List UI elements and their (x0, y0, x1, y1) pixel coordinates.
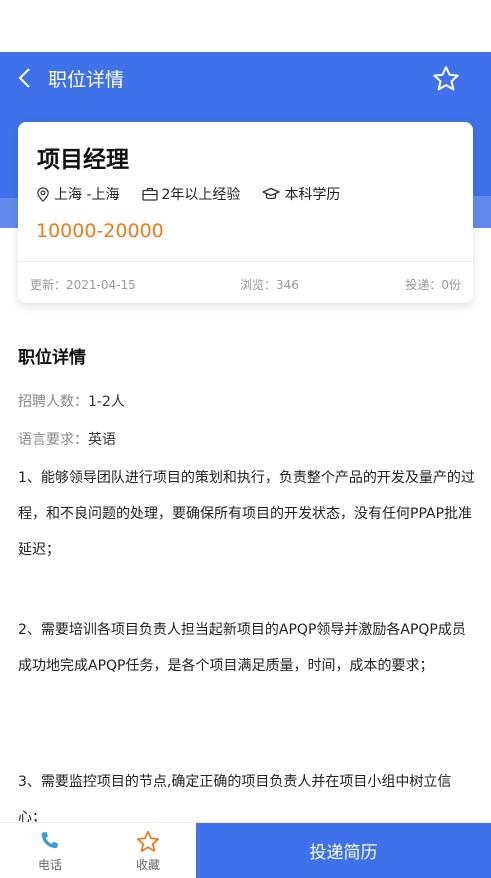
section-title: 职位详情 (18, 348, 86, 368)
experience-text: 2年以上经验 (161, 187, 241, 203)
salary-range: 10000-20000 (36, 220, 164, 242)
education-text: 本科学历 (284, 187, 341, 203)
experience-item: 2年以上经验 (141, 184, 241, 204)
favorite-label: 收藏 (135, 858, 160, 872)
favorite-button[interactable] (431, 64, 461, 94)
application-count: 投递：0份 (405, 278, 461, 292)
star-outline-icon (136, 830, 160, 852)
page-title: 职位详情 (48, 69, 125, 91)
apply-resume-button[interactable]: 投递简历 (196, 823, 491, 878)
job-meta-row: 上海 -上海 2年以上经验 本科学历 (36, 184, 362, 204)
phone-label: 电话 (37, 858, 62, 872)
headcount-line: 招聘人数：1-2人 (18, 391, 125, 411)
location-item: 上海 -上海 (36, 184, 120, 204)
status-bar (0, 0, 491, 52)
back-button[interactable] (8, 62, 40, 94)
description-item-2: 2、需要培训各项目负责人担当起新项目的APQP领导并激励各APQP成员成功地完成… (18, 622, 466, 674)
briefcase-icon (141, 187, 158, 201)
language-line: 语言要求：英语 (18, 429, 116, 449)
star-icon (433, 66, 459, 91)
description-item-1: 1、能够领导团队进行项目的策划和执行，负责整个产品的开发及量产的过程，和不良问题… (18, 470, 475, 558)
chevron-left-icon (18, 68, 30, 88)
bottom-action-bar: 电话 收藏 投递简历 (0, 822, 491, 878)
headcount-label: 招聘人数： (18, 394, 88, 410)
education-item: 本科学历 (262, 184, 340, 204)
phone-button[interactable]: 电话 (0, 823, 100, 878)
location-text: 上海 -上海 (54, 187, 120, 203)
graduation-cap-icon (262, 187, 281, 200)
job-summary-card: 项目经理 上海 -上海 2年以上经验 本科学历 10000-20000 更新：2… (18, 122, 473, 303)
view-count: 浏览：346 (240, 278, 299, 292)
update-date: 更新：2021-04-15 (30, 278, 136, 292)
language-value: 英语 (88, 432, 116, 448)
job-title: 项目经理 (37, 147, 129, 173)
language-label: 语言要求： (18, 432, 88, 448)
job-stats-row: 更新：2021-04-15 浏览：346 投递：0份 (18, 262, 473, 303)
headcount-value: 1-2人 (88, 394, 125, 410)
location-pin-icon (37, 186, 49, 202)
nav-bar: 职位详情 (0, 52, 491, 104)
favorite-tab-button[interactable]: 收藏 (98, 823, 198, 878)
phone-icon (41, 832, 58, 849)
